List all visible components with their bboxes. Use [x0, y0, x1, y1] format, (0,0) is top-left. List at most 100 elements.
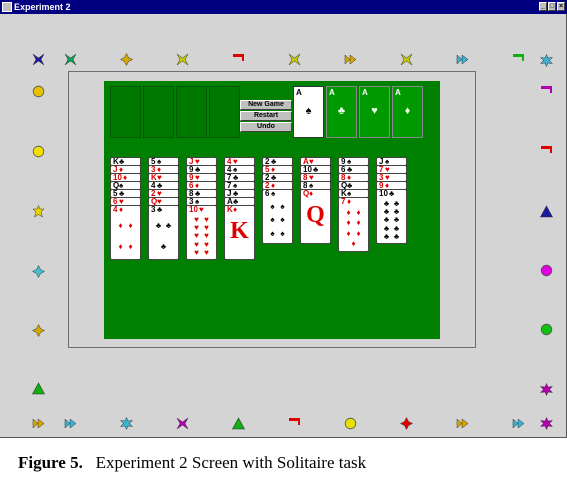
- flag-icon[interactable]: [232, 53, 245, 66]
- card-index: 3: [151, 205, 156, 214]
- club-icon: ♣: [165, 221, 172, 231]
- diamond-icon: ♦: [346, 218, 351, 228]
- playing-card[interactable]: 4 ♦ ♦ ♦ ♦ ♦: [110, 205, 141, 260]
- triangle-icon[interactable]: [232, 417, 245, 430]
- diamond-icon: ♦: [346, 228, 351, 238]
- arrow-right-icon[interactable]: [344, 53, 357, 66]
- gear-icon[interactable]: [540, 54, 553, 67]
- foundation-diamonds[interactable]: A ♦: [392, 86, 423, 138]
- spade-icon: ♠: [270, 229, 275, 239]
- app-icon[interactable]: [2, 2, 12, 12]
- card-face-letter: Q: [306, 202, 325, 228]
- free-cell[interactable]: [143, 86, 174, 138]
- spade-icon: ♠: [280, 201, 285, 211]
- diamond-icon: ♦: [404, 105, 411, 117]
- heart-icon: ♥: [204, 247, 209, 257]
- card-index: 10: [379, 189, 388, 198]
- card-index: 7: [341, 197, 346, 206]
- flag-icon[interactable]: [540, 145, 553, 158]
- diamond-star-icon[interactable]: [120, 53, 133, 66]
- free-cell[interactable]: [176, 86, 207, 138]
- circle-icon[interactable]: [32, 145, 45, 158]
- card-pips: ♦ ♦ ♦ ♦: [114, 216, 137, 257]
- arrow-right-icon[interactable]: [64, 417, 77, 430]
- bowtie-icon[interactable]: [400, 53, 413, 66]
- circle-icon[interactable]: [540, 323, 553, 336]
- flag-icon[interactable]: [540, 85, 553, 98]
- diamond-icon: ♦: [128, 241, 133, 251]
- playing-card[interactable]: 7 ♦ ♦ ♦ ♦ ♦ ♦ ♦ ♦: [338, 197, 369, 252]
- playing-card[interactable]: 10 ♣ ♣ ♣ ♣ ♣ ♣ ♣ ♣ ♣ ♣ ♣: [376, 189, 407, 244]
- triangle-icon[interactable]: [540, 205, 553, 218]
- free-cell[interactable]: [209, 86, 240, 138]
- card-pips: ♠ ♠ ♠ ♠ ♠ ♠: [266, 200, 289, 241]
- playing-card[interactable]: 6 ♠ ♠ ♠ ♠ ♠ ♠ ♠: [262, 189, 293, 244]
- diamond-icon: ♦: [356, 218, 361, 228]
- gear-icon[interactable]: [540, 417, 553, 430]
- card-index: 6: [265, 189, 270, 198]
- figure-caption: Figure 5. Experiment 2 Screen with Solit…: [18, 453, 366, 473]
- diamond-star-icon[interactable]: [400, 417, 413, 430]
- club-icon: ♣: [160, 241, 167, 251]
- new-game-button[interactable]: New Game: [240, 100, 292, 110]
- figure-label: Figure 5.: [18, 453, 83, 472]
- diamond-icon: ♦: [119, 205, 124, 214]
- card-index: K: [227, 205, 233, 214]
- triangle-icon[interactable]: [32, 382, 45, 395]
- spade-icon: ♠: [270, 201, 275, 211]
- bowtie-icon[interactable]: [64, 53, 77, 66]
- title-bar[interactable]: Experiment 2 _ □ ×: [0, 0, 567, 14]
- heart-icon: ♥: [371, 105, 378, 117]
- circle-icon[interactable]: [344, 417, 357, 430]
- figure-caption-text: Experiment 2 Screen with Solitaire task: [95, 453, 367, 472]
- club-icon: ♣: [383, 231, 390, 241]
- window-controls: _ □ ×: [539, 2, 565, 11]
- arrow-right-icon[interactable]: [32, 417, 45, 430]
- diamond-icon: ♦: [118, 221, 123, 231]
- bowtie-icon[interactable]: [176, 417, 189, 430]
- maximize-button[interactable]: □: [548, 2, 556, 11]
- playing-card[interactable]: Q ♦ Q: [300, 189, 331, 244]
- heart-icon: ♥: [194, 247, 199, 257]
- bowtie-icon[interactable]: [176, 53, 189, 66]
- gear-icon[interactable]: [120, 417, 133, 430]
- circle-icon[interactable]: [540, 264, 553, 277]
- card-pips: ♦ ♦ ♦ ♦ ♦ ♦ ♦: [342, 208, 365, 249]
- playing-card[interactable]: K ♦ K: [224, 205, 255, 260]
- arrow-right-icon[interactable]: [456, 53, 469, 66]
- foundation-hearts[interactable]: A ♥: [359, 86, 390, 138]
- flag-icon[interactable]: [512, 53, 525, 66]
- arrow-right-icon[interactable]: [512, 417, 525, 430]
- window-title: Experiment 2: [14, 2, 71, 12]
- playing-card[interactable]: 3 ♣ ♣ ♣ ♣: [148, 205, 179, 260]
- foundation-spades[interactable]: A ♠: [293, 86, 324, 138]
- star-icon[interactable]: [32, 205, 45, 218]
- card-index: 4: [113, 205, 118, 214]
- club-icon: ♣: [393, 231, 400, 241]
- diamond-icon: ♦: [351, 238, 356, 248]
- restart-button[interactable]: Restart: [240, 111, 292, 121]
- diamond-icon: ♦: [118, 241, 123, 251]
- bowtie-icon[interactable]: [32, 53, 45, 66]
- card-pips: ♥ ♥ ♥ ♥ ♥ ♥ ♥ ♥ ♥ ♥: [190, 216, 213, 257]
- undo-button[interactable]: Undo: [240, 122, 292, 132]
- bowtie-icon[interactable]: [288, 53, 301, 66]
- diamond-icon: ♦: [128, 221, 133, 231]
- playing-card[interactable]: 10 ♥ ♥ ♥ ♥ ♥ ♥ ♥ ♥ ♥ ♥ ♥: [186, 205, 217, 260]
- card-pips: ♣ ♣ ♣: [152, 216, 175, 257]
- diamond-star-icon[interactable]: [32, 324, 45, 337]
- circle-icon[interactable]: [32, 85, 45, 98]
- spade-icon: ♠: [280, 229, 285, 239]
- gear-icon[interactable]: [540, 383, 553, 396]
- foundation-clubs[interactable]: A ♣: [326, 86, 357, 138]
- spade-icon: ♠: [271, 189, 276, 198]
- flag-icon[interactable]: [288, 417, 301, 430]
- minimize-button[interactable]: _: [539, 2, 547, 11]
- free-cell[interactable]: [110, 86, 141, 138]
- foundation-rank: A: [395, 88, 401, 97]
- close-button[interactable]: ×: [557, 2, 565, 11]
- diamond-icon: ♦: [233, 205, 238, 214]
- arrow-right-icon[interactable]: [456, 417, 469, 430]
- diamond-star-icon[interactable]: [32, 265, 45, 278]
- diamond-icon: ♦: [309, 189, 314, 198]
